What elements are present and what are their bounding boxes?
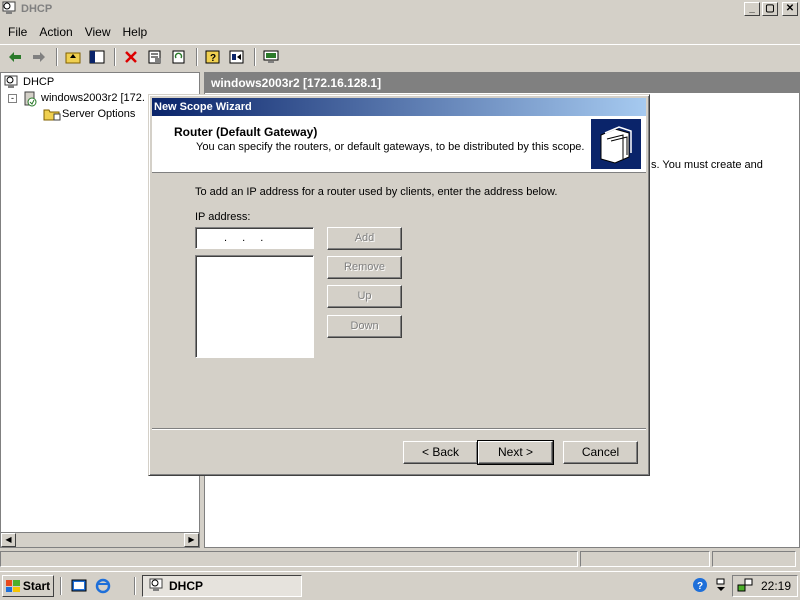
display-icon[interactable] — [260, 47, 282, 67]
start-button[interactable]: Start — [2, 575, 54, 597]
menu-help[interactable]: Help — [117, 25, 154, 39]
dhcp-icon — [4, 75, 20, 89]
menu-bar: File Action View Help — [0, 22, 153, 42]
tree-item-server-options[interactable]: Server Options — [43, 107, 135, 121]
back-arrow-icon[interactable] — [4, 47, 26, 67]
menu-file[interactable]: File — [2, 25, 33, 39]
wizard-page-subtitle: You can specify the routers, or default … — [196, 141, 585, 153]
export-list-icon[interactable] — [226, 47, 248, 67]
ip-address-label: IP address: — [195, 211, 251, 223]
collapse-toggle[interactable]: - — [8, 93, 17, 103]
folder-icon — [43, 107, 61, 121]
restore-button[interactable]: ▢ — [762, 2, 778, 16]
network-icon[interactable] — [737, 577, 753, 596]
internet-explorer-icon[interactable] — [94, 577, 112, 595]
tree-label-server-options: Server Options — [62, 108, 136, 120]
server-icon — [22, 91, 38, 107]
toolbar-separator — [56, 47, 58, 66]
status-cell-2 — [580, 551, 710, 567]
new-scope-wizard-dialog: New Scope Wizard Router (Default Gateway… — [148, 94, 650, 476]
wizard-page-title: Router (Default Gateway) — [174, 125, 318, 139]
back-button[interactable]: < Back — [403, 441, 478, 464]
scroll-right-button[interactable]: ▶ — [184, 533, 199, 547]
svg-text:?: ? — [210, 53, 216, 64]
router-instructions: To add an IP address for a router used b… — [195, 186, 558, 198]
start-label: Start — [22, 579, 51, 593]
ip-address-input[interactable]: . . . — [195, 227, 314, 249]
windows-flag-icon — [5, 580, 20, 592]
properties-icon[interactable] — [144, 47, 166, 67]
wizard-header: Router (Default Gateway) You can specify… — [152, 116, 646, 173]
toolbar-separator — [254, 47, 256, 66]
router-list[interactable] — [195, 255, 314, 358]
up-folder-icon[interactable] — [62, 47, 84, 67]
cancel-button[interactable]: Cancel — [563, 441, 638, 464]
details-header: windows2003r2 [172.16.128.1] — [205, 73, 799, 93]
taskbar-item-dhcp[interactable]: DHCP — [142, 575, 302, 597]
next-button[interactable]: Next > — [477, 440, 554, 465]
help-circle-icon[interactable]: ? — [692, 577, 708, 596]
show-hide-tree-icon[interactable] — [86, 47, 108, 67]
tree-label-dhcp: DHCP — [23, 76, 55, 88]
show-desktop-icon[interactable] — [70, 577, 88, 595]
remove-button[interactable]: Remove — [327, 256, 402, 279]
window-controls: _ ▢ ✕ — [744, 2, 798, 16]
add-button[interactable]: Add — [327, 227, 402, 250]
wizard-separator — [152, 428, 646, 430]
tree-item-server[interactable]: - windows2003r2 [172. — [8, 91, 145, 107]
down-button[interactable]: Down — [327, 315, 402, 338]
app-title: DHCP — [21, 3, 53, 15]
tray-extras: ? — [692, 577, 726, 596]
status-bar — [0, 551, 800, 569]
taskbar: Start DHCP ? 22:19 — [0, 571, 800, 600]
toolbar: ? — [0, 44, 800, 68]
scroll-left-button[interactable]: ◀ — [1, 533, 16, 547]
clock[interactable]: 22:19 — [761, 579, 791, 593]
taskbar-separator — [134, 577, 136, 595]
up-button[interactable]: Up — [327, 285, 402, 308]
close-button[interactable]: ✕ — [782, 2, 798, 16]
details-text: s. You must create and — [651, 159, 763, 171]
taskbar-item-label: DHCP — [169, 579, 204, 593]
app-titlebar[interactable]: DHCP _ ▢ ✕ — [0, 0, 800, 18]
refresh-icon[interactable] — [168, 47, 190, 67]
taskbar-separator — [60, 577, 62, 595]
toolbar-separator — [196, 47, 198, 66]
svg-text:?: ? — [697, 581, 703, 592]
minimize-button[interactable]: _ — [744, 2, 760, 16]
toolbar-separator — [114, 47, 116, 66]
system-tray: 22:19 — [732, 575, 798, 597]
wizard-titlebar[interactable]: New Scope Wizard — [152, 98, 646, 116]
menu-action[interactable]: Action — [33, 25, 78, 39]
tree-label-server: windows2003r2 [172. — [41, 92, 145, 104]
restore-windows-icon[interactable] — [716, 577, 726, 596]
tree-item-dhcp[interactable]: DHCP — [4, 75, 54, 89]
status-cell-3 — [712, 551, 796, 567]
status-cell-main — [0, 551, 578, 567]
forward-arrow-icon[interactable] — [28, 47, 50, 67]
wizard-folders-icon — [591, 119, 641, 169]
wizard-body: To add an IP address for a router used b… — [152, 174, 646, 430]
help-icon[interactable]: ? — [202, 47, 224, 67]
quick-launch — [70, 577, 112, 595]
delete-icon[interactable] — [120, 47, 142, 67]
dhcp-task-icon — [149, 578, 165, 595]
menu-view[interactable]: View — [79, 25, 117, 39]
tree-horizontal-scrollbar[interactable]: ◀ ▶ — [0, 532, 200, 548]
dhcp-app-icon — [2, 1, 18, 18]
